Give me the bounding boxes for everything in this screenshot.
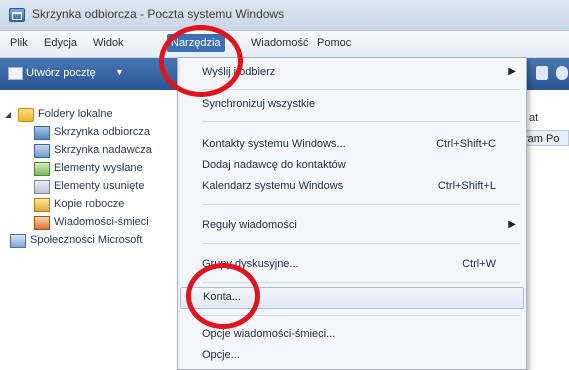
sent-items-icon [34, 162, 50, 176]
tree-item-local-folders[interactable]: ◢ Foldery lokalne [0, 106, 170, 124]
column-header[interactable]: at [529, 112, 538, 124]
menu-item-shortcut: Ctrl+Shift+L [437, 180, 496, 192]
window-title: Skrzynka odbiorcza - Poczta systemu Wind… [32, 7, 285, 21]
deleted-items-icon [34, 180, 50, 194]
contacts-icon[interactable] [556, 66, 568, 80]
tree-item-sent[interactable]: Elementy wysłane [0, 160, 170, 178]
tree-item-deleted[interactable]: Elementy usunięte [0, 178, 170, 196]
menu-plik[interactable]: Plik [10, 37, 28, 49]
inbox-icon [34, 126, 50, 140]
menu-item-calendar[interactable]: Kalendarz systemu Windows Ctrl+Shift+L [178, 176, 526, 198]
tree-item-junk[interactable]: Wiadomości-śmieci [0, 214, 170, 232]
tree-item-label: Elementy wysłane [54, 162, 143, 174]
windows-mail-icon [9, 8, 25, 22]
submenu-arrow-icon: ▶ [508, 66, 516, 77]
menu-separator [202, 121, 520, 122]
print-icon[interactable] [536, 66, 548, 80]
folder-tree: ◢ Foldery lokalne Skrzynka odbiorcza Skr… [0, 98, 170, 370]
collapse-icon[interactable]: ◢ [5, 110, 11, 119]
menu-bar: Plik Edycja Widok Narzędzia Wiadomość Po… [0, 31, 569, 58]
tree-item-label: Elementy usunięte [54, 180, 145, 192]
tree-item-label: Skrzynka nadawcza [54, 144, 152, 156]
tree-item-label: Wiadomości-śmieci [54, 216, 149, 228]
menu-edycja[interactable]: Edycja [44, 37, 77, 49]
menu-widok[interactable]: Widok [93, 37, 124, 49]
menu-item-add-sender[interactable]: Dodaj nadawcę do kontaktów [178, 155, 526, 177]
menu-item-contacts[interactable]: Kontakty systemu Windows... Ctrl+Shift+C [178, 134, 526, 156]
junk-mail-icon [34, 216, 50, 230]
menu-item-label: Kontakty systemu Windows... [202, 138, 346, 150]
menu-item-label: Dodaj nadawcę do kontaktów [202, 159, 346, 171]
outbox-icon [34, 144, 50, 158]
title-bar: Skrzynka odbiorcza - Poczta systemu Wind… [0, 0, 569, 31]
drafts-icon [34, 198, 50, 212]
menu-item-label: Kalendarz systemu Windows [202, 180, 344, 192]
menu-item-label: Reguły wiadomości [202, 219, 297, 231]
highlight-circle-tools-menu [159, 25, 243, 97]
menu-item-options[interactable]: Opcje... [178, 345, 526, 367]
menu-separator [202, 243, 520, 244]
new-mail-icon [8, 67, 23, 80]
tree-item-label: Foldery lokalne [38, 108, 113, 120]
folder-icon [18, 108, 34, 122]
menu-item-label: Opcje wiadomości-śmieci... [202, 328, 336, 340]
menu-item-rules[interactable]: Reguły wiadomości ▶ [178, 215, 526, 237]
tree-item-inbox[interactable]: Skrzynka odbiorcza [0, 124, 170, 142]
menu-item-label: Opcje... [202, 349, 240, 361]
highlight-circle-accounts [186, 263, 260, 329]
new-mail-dropdown-icon[interactable]: ▼ [115, 67, 124, 77]
menu-wiadomosc[interactable]: Wiadomość [251, 37, 308, 49]
menu-item-label: Synchronizuj wszystkie [202, 98, 316, 110]
communities-icon [10, 234, 26, 248]
menu-item-shortcut: Ctrl+W [462, 258, 496, 270]
menu-pomoc[interactable]: Pomoc [317, 37, 351, 49]
menu-item-shortcut: Ctrl+Shift+C [436, 138, 496, 150]
menu-separator [202, 89, 520, 90]
tree-item-drafts[interactable]: Kopie robocze [0, 196, 170, 214]
tree-item-communities[interactable]: Społeczności Microsoft [0, 232, 170, 250]
tree-item-label: Kopie robocze [54, 198, 125, 210]
tree-item-label: Skrzynka odbiorcza [54, 126, 150, 138]
tree-item-label: Społeczności Microsoft [30, 234, 143, 246]
tree-item-outbox[interactable]: Skrzynka nadawcza [0, 142, 170, 160]
menu-item-synchronize[interactable]: Synchronizuj wszystkie [178, 94, 526, 116]
new-mail-button[interactable]: Utwórz pocztę [26, 67, 96, 79]
menu-separator [202, 204, 520, 205]
submenu-arrow-icon: ▶ [508, 219, 516, 230]
